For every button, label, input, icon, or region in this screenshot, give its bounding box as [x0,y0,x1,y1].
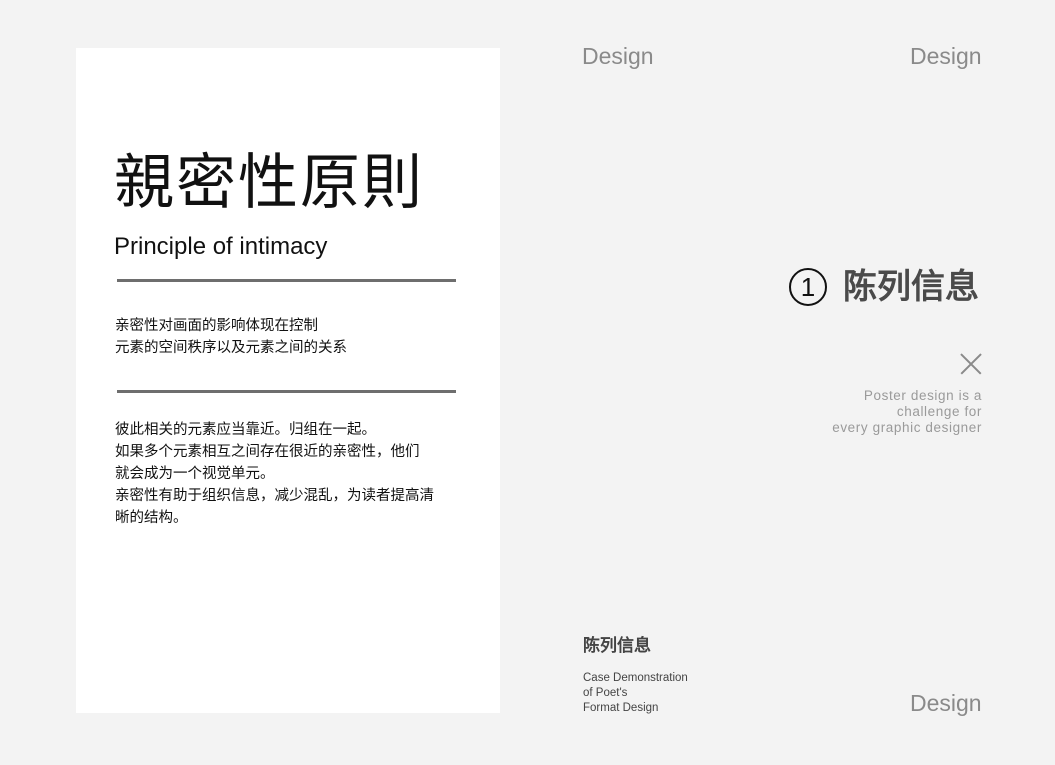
card-subtitle: Principle of intimacy [114,233,328,260]
close-icon[interactable] [959,352,983,376]
section-heading: 1 陈列信息 [789,265,979,309]
section-heading-text: 陈列信息 [843,267,979,307]
design-label-bottom-right: Design [910,690,982,716]
design-label-top-left: Design [582,43,654,69]
design-label-top-right: Design [910,43,982,69]
card-title: 親密性原則 [114,148,424,218]
poster-card: 親密性原則 Principle of intimacy 亲密性对画面的影响体现在… [76,48,500,713]
circled-number: 1 [789,268,827,306]
divider-bottom [117,390,456,393]
tagline: Poster design is a challenge for every g… [832,388,982,435]
intro-paragraph: 亲密性对画面的影响体现在控制 元素的空间秩序以及元素之间的关系 [115,318,347,356]
footer-subtitle: Case Demonstration of Poet's Format Desi… [583,672,688,714]
divider-top [117,279,456,282]
body-paragraph: 彼此相关的元素应当靠近。归组在一起。 如果多个元素相互之间存在很近的亲密性，他们… [115,422,434,526]
footer-title: 陈列信息 [583,636,651,656]
